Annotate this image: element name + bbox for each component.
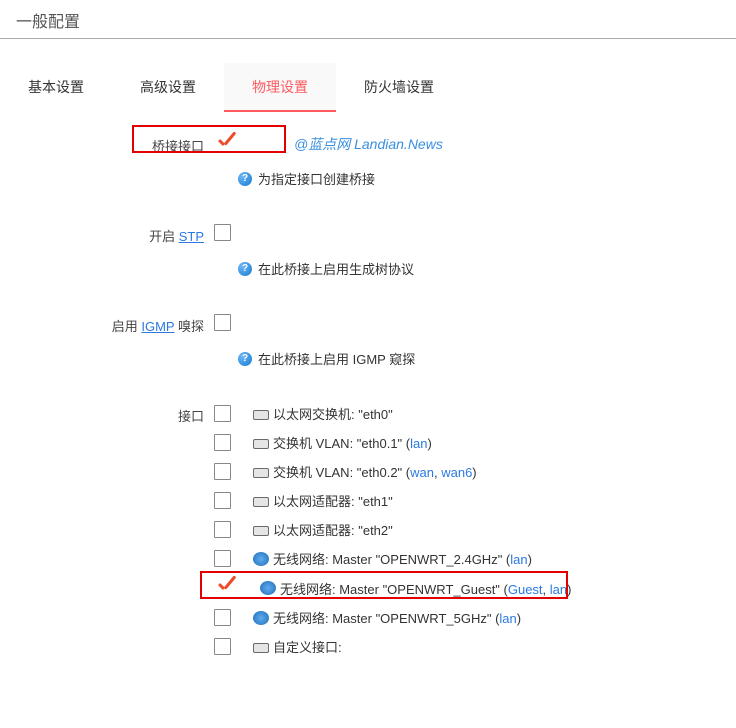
row-interfaces: 接口 以太网交换机: "eth0" 交换机 VLAN: "eth0.1" (lan… (0, 404, 736, 666)
ethernet-icon (253, 465, 269, 479)
interface-list: 以太网交换机: "eth0" 交换机 VLAN: "eth0.1" (lan) 交换… (214, 404, 571, 666)
network-link[interactable]: lan (510, 552, 527, 567)
interface-item: 无线网络: Master "OPENWRT_5GHz" (lan) (214, 608, 571, 627)
interface-checkbox[interactable] (214, 578, 238, 598)
row-igmp: 启用 IGMP 嗅探 (0, 314, 736, 335)
help-stp: 在此桥接上启用生成树协议 (238, 259, 736, 278)
tab-firewall[interactable]: 防火墙设置 (336, 63, 462, 112)
interface-label: 无线网络: Master "OPENWRT_5GHz" (lan) (273, 608, 521, 627)
help-igmp: 在此桥接上启用 IGMP 窥探 (238, 349, 736, 368)
watermark-text: @蓝点网 Landian.News (294, 134, 443, 154)
interface-label: 交换机 VLAN: "eth0.1" (lan) (273, 433, 432, 452)
label-igmp: 启用 IGMP 嗅探 (0, 314, 214, 335)
help-text-bridge: 为指定接口创建桥接 (258, 169, 375, 188)
link-igmp[interactable]: IGMP (141, 319, 174, 334)
interface-label: 无线网络: Master "OPENWRT_Guest" (Guest, lan… (280, 579, 571, 598)
label-bridge: 桥接接口 (0, 134, 214, 155)
network-link[interactable]: lan (499, 611, 516, 626)
help-icon (238, 262, 252, 276)
interface-item: 自定义接口: (214, 637, 571, 656)
help-text-stp: 在此桥接上启用生成树协议 (258, 259, 414, 278)
checkbox-stp[interactable] (214, 224, 231, 241)
interface-checkbox[interactable] (214, 609, 231, 626)
label-stp: 开启 STP (0, 224, 214, 245)
link-stp[interactable]: STP (179, 229, 204, 244)
tab-physical[interactable]: 物理设置 (224, 63, 336, 112)
interface-item: 无线网络: Master "OPENWRT_2.4GHz" (lan) (214, 549, 571, 568)
checkbox-bridge[interactable] (214, 134, 238, 154)
interface-label: 以太网适配器: "eth2" (273, 520, 393, 539)
network-link[interactable]: wan (410, 465, 434, 480)
interface-label: 以太网适配器: "eth1" (273, 491, 393, 510)
interface-checkbox[interactable] (214, 638, 231, 655)
ethernet-icon (253, 640, 269, 654)
label-interfaces: 接口 (0, 404, 214, 425)
network-link[interactable]: wan6 (441, 465, 472, 480)
ethernet-icon (253, 407, 269, 421)
interface-checkbox[interactable] (214, 463, 231, 480)
label-stp-prefix: 开启 (149, 229, 179, 244)
ethernet-icon (253, 523, 269, 537)
wifi-icon (253, 611, 269, 625)
help-text-igmp: 在此桥接上启用 IGMP 窥探 (258, 349, 415, 368)
ethernet-icon (253, 494, 269, 508)
interface-label: 无线网络: Master "OPENWRT_2.4GHz" (lan) (273, 549, 532, 568)
tab-advanced[interactable]: 高级设置 (112, 63, 224, 112)
tab-basic[interactable]: 基本设置 (0, 63, 112, 112)
interface-checkbox[interactable] (214, 434, 231, 451)
row-bridge: 桥接接口 @蓝点网 Landian.News (0, 134, 736, 155)
interface-item: 交换机 VLAN: "eth0.2" (wan, wan6) (214, 462, 571, 481)
label-igmp-suffix: 嗅探 (174, 319, 204, 334)
interface-item: 交换机 VLAN: "eth0.1" (lan) (214, 433, 571, 452)
interface-item: 以太网适配器: "eth2" (214, 520, 571, 539)
interface-label: 交换机 VLAN: "eth0.2" (wan, wan6) (273, 462, 477, 481)
help-icon (238, 172, 252, 186)
interface-checkbox[interactable] (214, 550, 231, 567)
interface-checkbox[interactable] (214, 521, 231, 538)
ethernet-icon (253, 436, 269, 450)
help-bridge: 为指定接口创建桥接 (238, 169, 736, 188)
row-stp: 开启 STP (0, 224, 736, 245)
wifi-icon (253, 552, 269, 566)
interface-checkbox[interactable] (214, 405, 231, 422)
network-link[interactable]: Guest (508, 582, 543, 597)
interface-label: 自定义接口: (273, 637, 342, 656)
interface-item: 以太网适配器: "eth1" (214, 491, 571, 510)
interface-item: 以太网交换机: "eth0" (214, 404, 571, 423)
wifi-icon (260, 581, 276, 595)
checkbox-igmp[interactable] (214, 314, 231, 331)
network-link[interactable]: lan (550, 582, 567, 597)
help-icon (238, 352, 252, 366)
interface-item: 无线网络: Master "OPENWRT_Guest" (Guest, lan… (214, 578, 571, 598)
interface-checkbox[interactable] (214, 492, 231, 509)
interface-label: 以太网交换机: "eth0" (273, 404, 393, 423)
tabs: 基本设置 高级设置 物理设置 防火墙设置 (0, 39, 736, 112)
network-link[interactable]: lan (410, 436, 427, 451)
page-title: 一般配置 (0, 0, 736, 39)
label-igmp-prefix: 启用 (112, 319, 142, 334)
